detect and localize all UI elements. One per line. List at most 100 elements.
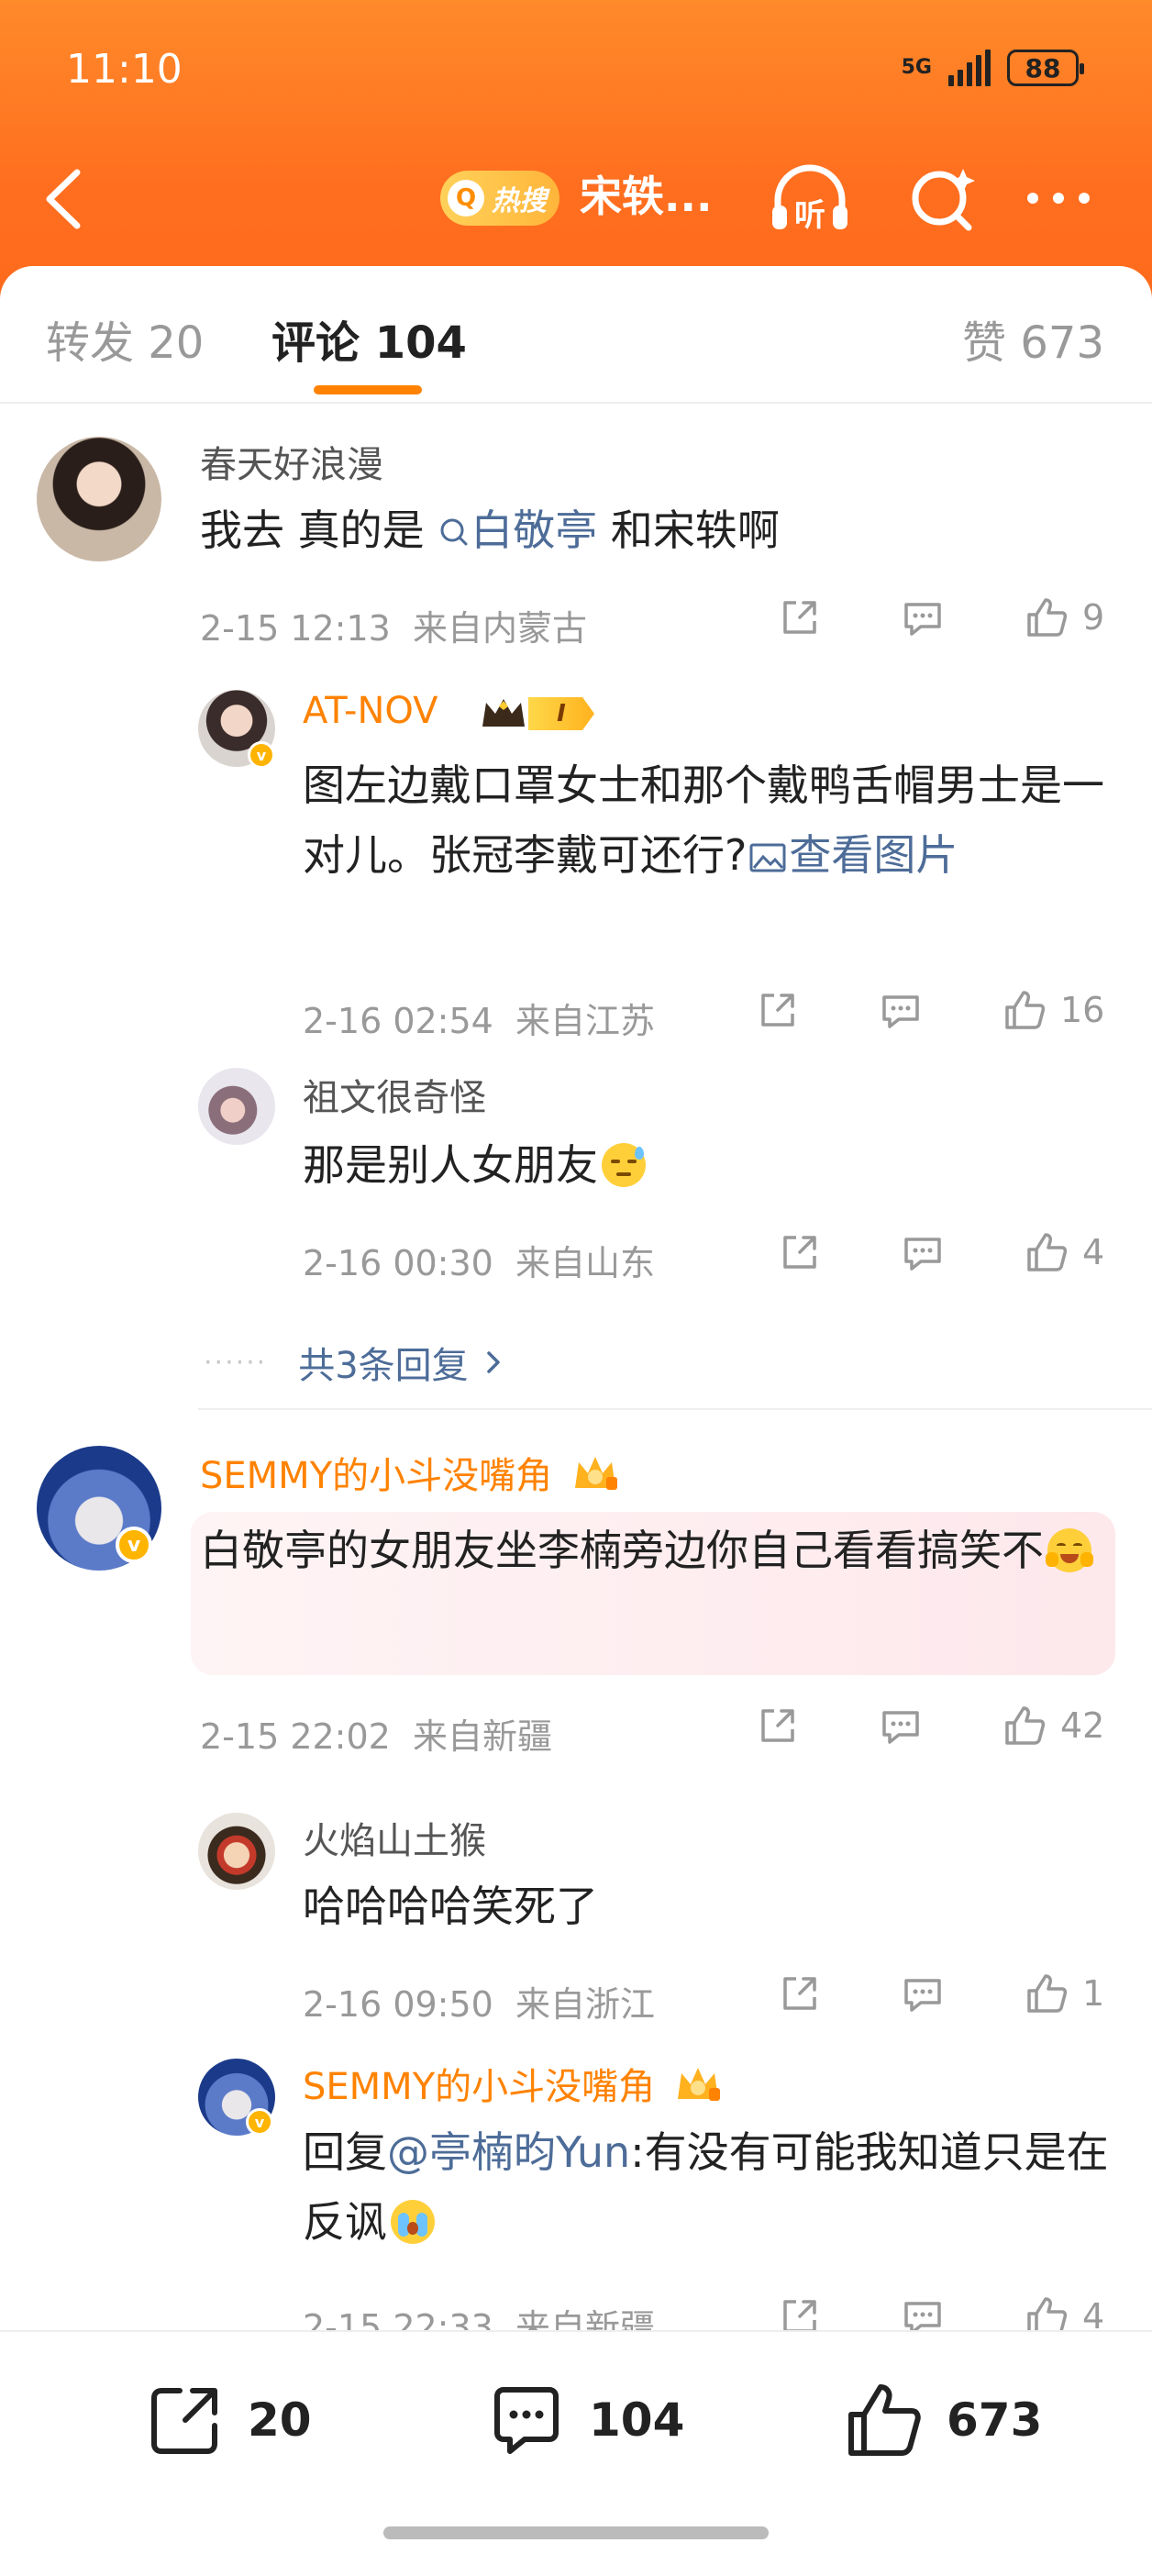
- verified-badge: v: [116, 1527, 152, 1563]
- reply-text: 哈哈哈哈笑死了: [303, 1882, 598, 1931]
- tab-reposts[interactable]: 转发 20: [46, 306, 204, 371]
- comment-meta: 2-15 12:13 来自内蒙古: [200, 600, 587, 650]
- view-image-link[interactable]: 查看图片: [747, 830, 958, 880]
- reply-actions: 16: [756, 987, 1104, 1033]
- like-button[interactable]: 9: [1024, 594, 1104, 640]
- top-header: 11:10 5G 88 Q 热搜 宋轶... 听: [0, 0, 1152, 312]
- reply-username[interactable]: SEMMY的小斗没嘴角: [303, 2057, 722, 2110]
- share-icon[interactable]: [756, 1704, 800, 1748]
- comment-actions: 42: [756, 1703, 1104, 1749]
- sweat-emoji-icon: [602, 1143, 646, 1187]
- reply-time: 2-16 09:50: [303, 1984, 493, 2025]
- avatar[interactable]: [37, 437, 161, 561]
- level-badge: I: [479, 694, 598, 734]
- back-icon[interactable]: [40, 167, 88, 231]
- battery-icon: 88: [1007, 50, 1084, 86]
- repost-button[interactable]: 20: [143, 2378, 312, 2462]
- reply-text-part: 图左边戴口罩女士和那个戴鸭舌帽男士是一对儿。张冠李戴可还行?: [303, 761, 1104, 880]
- reply-meta: 2-16 02:54 来自江苏: [303, 993, 655, 1043]
- reply-actions: 1: [778, 1971, 1104, 2016]
- share-icon[interactable]: [778, 1971, 822, 2015]
- reply-username[interactable]: AT-NOV: [303, 690, 438, 732]
- share-icon[interactable]: [756, 988, 800, 1032]
- thumbs-up-icon: [1027, 1233, 1068, 1271]
- chevron-right-icon: [486, 1351, 500, 1373]
- comment-icon[interactable]: [901, 1971, 945, 2015]
- reply-time: 2-16 02:54: [303, 1001, 493, 1041]
- comment-text: 我去 真的是 白敬亭 和宋轶啊: [200, 495, 780, 565]
- comment-icon[interactable]: [879, 988, 923, 1032]
- thumbs-up-icon: [1027, 598, 1068, 637]
- comment-icon[interactable]: [901, 1230, 945, 1274]
- comment-text-part: 我去 真的是: [200, 505, 425, 555]
- share-icon: [151, 2388, 217, 2454]
- reply-meta: 2-16 09:50 来自浙江: [303, 1976, 655, 2026]
- like-count: 9: [1082, 597, 1105, 638]
- comment-icon[interactable]: [901, 595, 945, 639]
- comment-text-part: 和宋轶啊: [597, 505, 780, 555]
- comment-location: 来自内蒙古: [413, 608, 588, 649]
- thumbs-up-icon: [1027, 1974, 1068, 2013]
- like-button[interactable]: 16: [1002, 987, 1104, 1033]
- like-count: 673: [947, 2393, 1043, 2447]
- active-tab-indicator: [314, 385, 422, 394]
- share-icon[interactable]: [778, 595, 822, 639]
- home-indicator[interactable]: [383, 2526, 769, 2539]
- comment-text: 白敬亭的女朋友坐李楠旁边你自己看看搞笑不: [200, 1516, 1099, 1585]
- battery-level: 88: [1025, 52, 1061, 83]
- verified-badge: v: [246, 2108, 273, 2136]
- more-replies-link[interactable]: ······ 共3条回复: [204, 1336, 507, 1389]
- topic-link-label: 白敬亭: [471, 505, 598, 555]
- reply-username[interactable]: 火焰山土猴: [303, 1811, 486, 1864]
- network-label: 5G: [901, 56, 932, 79]
- like-count: 4: [1082, 1232, 1105, 1272]
- topic-link[interactable]: 白敬亭: [438, 505, 597, 555]
- like-count: 1: [1082, 1973, 1105, 2014]
- like-button[interactable]: 42: [1002, 1703, 1104, 1749]
- comment-username-label: SEMMY的小斗没嘴角: [200, 1455, 553, 1497]
- like-count: 16: [1060, 990, 1105, 1030]
- comment-text-part: 白敬亭的女朋友坐李楠旁边你自己看看搞笑不: [200, 1526, 1044, 1575]
- reply-username-label: SEMMY的小斗没嘴角: [303, 2066, 656, 2108]
- comment-button[interactable]: 104: [484, 2378, 684, 2462]
- share-icon[interactable]: [778, 1230, 822, 1274]
- tab-comments[interactable]: 评论 104: [271, 306, 467, 371]
- comment-meta: 2-15 22:02 来自新疆: [200, 1708, 552, 1759]
- like-button[interactable]: 4: [1024, 1229, 1104, 1275]
- thumbs-up-icon: [1005, 991, 1046, 1029]
- avatar[interactable]: [198, 1068, 275, 1145]
- view-image-label: 查看图片: [789, 830, 958, 880]
- crown-icon: [482, 699, 525, 727]
- headphones-icon[interactable]: 听: [769, 161, 851, 235]
- image-icon: [749, 843, 786, 872]
- verified-badge: v: [248, 741, 275, 769]
- listen-label: 听: [794, 197, 825, 234]
- topic-title[interactable]: 宋轶...: [580, 169, 712, 224]
- like-button[interactable]: 1: [1024, 1971, 1104, 2016]
- tab-likes[interactable]: 赞 673: [962, 306, 1104, 371]
- thumbs-up-icon: [848, 2384, 921, 2456]
- avatar[interactable]: [198, 1813, 275, 1890]
- reply-location: 来自山东: [515, 1243, 656, 1283]
- ai-search-icon[interactable]: [903, 161, 985, 235]
- comment-actions: 9: [778, 594, 1104, 640]
- hot-search-label: 热搜: [492, 185, 547, 217]
- like-count: 42: [1060, 1705, 1105, 1746]
- more-replies-label: 共3条回复: [298, 1345, 469, 1387]
- mention-link[interactable]: @亭楠昀Yun: [387, 2127, 630, 2177]
- comment-count: 104: [589, 2393, 685, 2447]
- comment-username[interactable]: SEMMY的小斗没嘴角: [200, 1446, 619, 1499]
- laugh-emoji-icon: [1046, 1528, 1093, 1572]
- comment-username[interactable]: 春天好浪漫: [200, 435, 383, 488]
- like-button[interactable]: 673: [842, 2378, 1042, 2462]
- level-label: I: [528, 697, 594, 730]
- reply-text: 图左边戴口罩女士和那个戴鸭舌帽男士是一对儿。张冠李戴可还行? 查看图片: [303, 750, 1119, 890]
- comment-location: 来自新疆: [413, 1716, 553, 1757]
- comment-icon: [494, 2387, 559, 2454]
- more-icon[interactable]: [1022, 161, 1095, 235]
- hot-search-badge[interactable]: Q 热搜: [440, 171, 559, 226]
- crown-badge-icon: [574, 1457, 617, 1490]
- crying-emoji-icon: [391, 2200, 435, 2244]
- reply-username[interactable]: 祖文很奇怪: [303, 1068, 486, 1121]
- comment-icon[interactable]: [879, 1704, 923, 1748]
